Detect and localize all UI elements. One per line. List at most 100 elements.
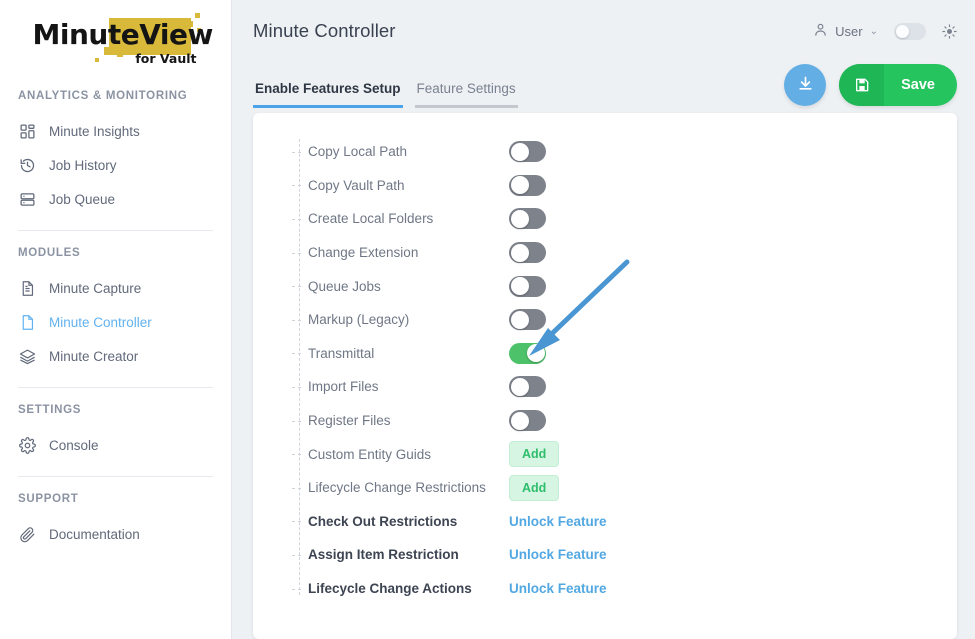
feature-row-queue-jobs: Queue Jobs xyxy=(292,269,957,303)
sidebar-group-title-settings: SETTINGS xyxy=(18,404,82,416)
unlock-lifecycle-change-actions-link[interactable]: Unlock Feature xyxy=(509,581,607,596)
logo-word-minute: Minute xyxy=(32,18,140,51)
add-custom-entity-guids-button[interactable]: Add xyxy=(509,441,560,468)
tab-enable-features-setup[interactable]: Enable Features Setup xyxy=(253,81,403,108)
feature-control xyxy=(509,309,546,331)
sidebar-item-job-history[interactable]: Job History xyxy=(0,148,231,182)
app-logo[interactable]: MinuteView for Vault xyxy=(0,0,231,74)
toggle-queue-jobs[interactable] xyxy=(509,275,546,297)
feature-label: Markup (Legacy) xyxy=(308,312,410,328)
feature-row-register-files: Register Files xyxy=(292,404,957,438)
document-lines-icon xyxy=(18,279,36,297)
sidebar-divider xyxy=(18,230,213,231)
feature-row-markup-legacy: Markup (Legacy) xyxy=(292,303,957,337)
tree-stub xyxy=(292,588,301,590)
sidebar-item-label: Minute Creator xyxy=(49,348,139,364)
sidebar-item-minute-capture[interactable]: Minute Capture xyxy=(0,271,231,305)
user-menu[interactable]: User ⌄ xyxy=(813,22,878,40)
feature-row-change-extension: Change Extension xyxy=(292,236,957,270)
feature-control xyxy=(509,141,546,163)
feature-row-copy-vault-path: Copy Vault Path xyxy=(292,169,957,203)
download-button[interactable] xyxy=(784,64,827,106)
toggle-create-local-folders[interactable] xyxy=(509,208,546,230)
tree-stub xyxy=(292,454,301,456)
feature-control: Unlock Feature xyxy=(509,581,607,596)
user-label: User xyxy=(835,23,863,39)
tab-bar: Enable Features Setup Feature Settings S… xyxy=(232,62,975,108)
sidebar-item-job-queue[interactable]: Job Queue xyxy=(0,182,231,216)
tree-stub xyxy=(292,554,301,556)
person-icon xyxy=(813,22,828,40)
tree-stub xyxy=(292,185,301,187)
save-button[interactable]: Save xyxy=(839,64,957,106)
feature-label: Copy Local Path xyxy=(308,144,408,160)
feature-row-check-out-restrictions: Check Out Restrictions Unlock Feature xyxy=(292,505,957,539)
sidebar-item-console[interactable]: Console xyxy=(0,428,231,462)
dashboard-grid-icon xyxy=(18,122,36,140)
theme-mode-toggle[interactable] xyxy=(894,22,926,40)
feature-control xyxy=(509,242,546,264)
sidebar-item-minute-creator[interactable]: Minute Creator xyxy=(0,339,231,373)
tree-stub xyxy=(292,386,301,388)
file-blank-icon xyxy=(18,313,36,331)
feature-control: Add xyxy=(509,441,560,468)
feature-label: Lifecycle Change Restrictions xyxy=(308,480,486,496)
feature-row-custom-entity-guids: Custom Entity Guids Add xyxy=(292,437,957,471)
features-card: Copy Local Path Copy Vault Path Create L… xyxy=(253,113,957,639)
sidebar-group-title-analytics: ANALYTICS & MONITORING xyxy=(18,90,188,102)
page-title: Minute Controller xyxy=(253,20,396,41)
feature-label: Check Out Restrictions xyxy=(308,513,458,529)
feature-control xyxy=(509,410,546,432)
tree-connector-line xyxy=(299,139,300,595)
feature-label: Transmittal xyxy=(308,345,375,361)
logo-word-view: View xyxy=(139,18,213,51)
feature-label: Copy Vault Path xyxy=(308,177,405,193)
sidebar-item-documentation[interactable]: Documentation xyxy=(0,517,231,551)
feature-label: Queue Jobs xyxy=(308,278,381,294)
feature-row-lifecycle-change-actions: Lifecycle Change Actions Unlock Feature xyxy=(292,572,957,606)
sidebar-divider xyxy=(18,387,213,388)
feature-label: Create Local Folders xyxy=(308,211,434,227)
feature-label: Custom Entity Guids xyxy=(308,446,432,462)
tree-stub xyxy=(292,521,301,523)
feature-label: Register Files xyxy=(308,413,391,429)
main-content: Minute Controller User ⌄ Enable Features… xyxy=(232,0,975,639)
sun-icon[interactable] xyxy=(942,23,957,39)
server-stack-icon xyxy=(18,190,36,208)
feature-control: Unlock Feature xyxy=(509,514,607,529)
feature-label: Lifecycle Change Actions xyxy=(308,581,472,597)
sidebar-item-minute-insights[interactable]: Minute Insights xyxy=(0,114,231,148)
sidebar-item-label: Job Queue xyxy=(49,191,116,207)
logo-tagline: for Vault xyxy=(135,51,197,66)
chevron-down-icon: ⌄ xyxy=(869,25,878,37)
floppy-save-icon xyxy=(839,64,885,106)
toggle-import-files[interactable] xyxy=(509,376,546,398)
logo-pixel xyxy=(94,58,99,62)
sidebar-divider xyxy=(18,476,213,477)
feature-control: Unlock Feature xyxy=(509,547,607,562)
download-icon xyxy=(797,75,814,95)
toggle-register-files[interactable] xyxy=(509,410,546,432)
sidebar-item-minute-controller[interactable]: Minute Controller xyxy=(0,305,231,339)
top-bar-actions: User ⌄ xyxy=(813,22,957,40)
app-window: MinuteView for Vault ANALYTICS & MONITOR… xyxy=(0,0,975,639)
paperclip-icon xyxy=(18,525,36,543)
toggle-markup-legacy[interactable] xyxy=(509,309,546,331)
tab-feature-settings[interactable]: Feature Settings xyxy=(414,81,518,108)
unlock-check-out-restrictions-link[interactable]: Unlock Feature xyxy=(509,514,607,529)
tree-stub xyxy=(292,420,301,422)
tree-stub xyxy=(292,353,301,355)
feature-control xyxy=(509,275,546,297)
feature-list: Copy Local Path Copy Vault Path Create L… xyxy=(253,113,957,605)
toggle-transmittal[interactable] xyxy=(509,342,546,364)
unlock-assign-item-restriction-link[interactable]: Unlock Feature xyxy=(509,547,607,562)
sidebar-item-label: Console xyxy=(49,437,99,453)
sidebar-group-title-modules: MODULES xyxy=(18,247,81,259)
toggle-copy-local-path[interactable] xyxy=(509,141,546,163)
tree-stub xyxy=(292,151,301,153)
add-lifecycle-change-restrictions-button[interactable]: Add xyxy=(509,474,560,501)
feature-control: Add xyxy=(509,474,560,501)
tree-stub xyxy=(292,487,301,489)
toggle-copy-vault-path[interactable] xyxy=(509,174,546,196)
toggle-change-extension[interactable] xyxy=(509,242,546,264)
